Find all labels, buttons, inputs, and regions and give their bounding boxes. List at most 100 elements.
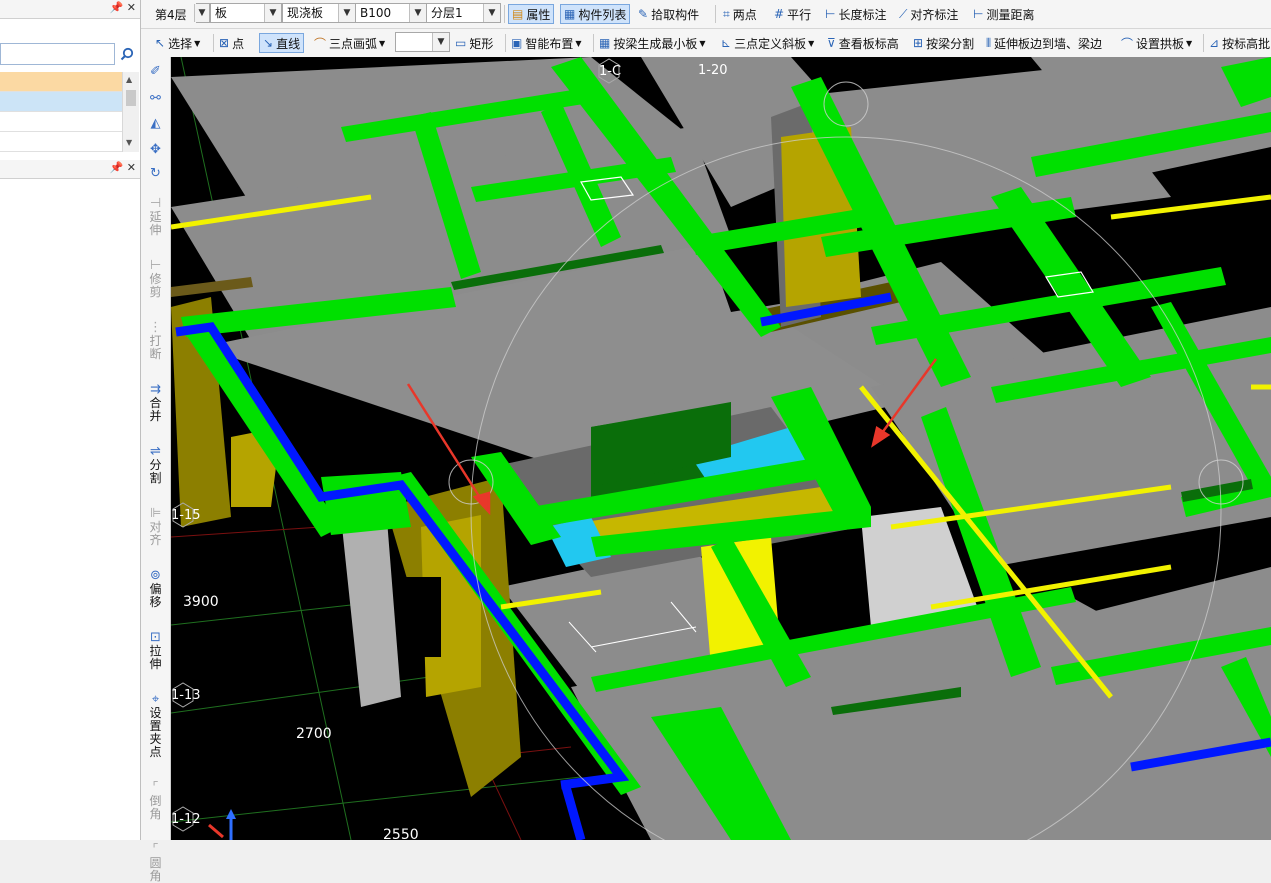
two-points-button[interactable]: ⌗ 两点 <box>723 4 757 24</box>
point-icon: ⊠ <box>219 36 230 50</box>
arc-option-select[interactable]: ▼ <box>395 32 450 52</box>
min-slab-by-beam-button[interactable]: ▦ 按梁生成最小板 ▼ <box>599 33 706 53</box>
left-panel: 📌 ✕ ▲ ▼ 📌 ✕ <box>0 0 141 840</box>
list-row-header[interactable] <box>0 72 122 92</box>
tool-mirror[interactable]: ◭ <box>141 117 170 131</box>
tool-brush[interactable]: ✐ <box>141 65 170 79</box>
close-icon[interactable]: ✕ <box>127 161 136 174</box>
two-points-label: 两点 <box>732 7 757 22</box>
toolbar-row-2: ↖ 选择 ▼ ⊠ 点 ↘ 直线 ⌒ 三点画弧 ▼ ▼ ▭ 矩形 ▣ 智能布置 ▼ ▦ 按梁生成最小板… <box>141 29 1271 58</box>
rectangle-button[interactable]: ▭ 矩形 <box>455 33 493 53</box>
3d-viewport[interactable]: 1-C 1-20 1-15 1-13 1-12 3900 2700 2550 <box>171 57 1271 840</box>
tool-0[interactable]: ⊣ 延伸 <box>141 197 170 237</box>
list-row[interactable] <box>0 112 122 132</box>
move-icon: ✥ <box>150 142 161 157</box>
length-mark-icon: ⊢ <box>825 7 836 21</box>
split-by-beam-label: 按梁分割 <box>926 36 975 51</box>
tool-icon: ⌖ <box>151 692 160 707</box>
elevation-batch-icon: ⊿ <box>1209 36 1220 50</box>
select-button[interactable]: ↖ 选择 ▼ <box>155 33 200 53</box>
search-input[interactable] <box>0 43 115 65</box>
tool-3[interactable]: ⇉ 合并 <box>141 383 170 423</box>
copy-icon: ⚯ <box>150 91 161 106</box>
slope-icon: ⊾ <box>721 36 732 50</box>
pin-icon[interactable]: 📌 <box>110 161 124 174</box>
line-label: 直线 <box>276 36 301 51</box>
tool-icon: ⊢ <box>149 258 162 273</box>
point-button[interactable]: ⊠ 点 <box>219 33 244 53</box>
wall-column-grey[interactable] <box>341 507 401 707</box>
cursor-icon: ↖ <box>155 36 166 50</box>
tool-move[interactable]: ✥ <box>141 143 170 157</box>
chevron-down-icon: ▼ <box>338 4 355 22</box>
scroll-down-icon[interactable]: ▼ <box>126 138 132 147</box>
component-type-select[interactable]: 板 ▼ <box>210 3 282 23</box>
view-slab-elevation-button[interactable]: ⊽ 查看板标高 <box>827 33 899 53</box>
slab-kind-select[interactable]: 现浇板 ▼ <box>282 3 356 23</box>
axis-label-1-13: 1-13 <box>171 688 201 703</box>
tool-4[interactable]: ⇌ 分割 <box>141 445 170 485</box>
parallel-button[interactable]: # 平行 <box>774 4 811 24</box>
list-scrollbar[interactable]: ▲ ▼ <box>122 72 139 152</box>
line-icon: ↘ <box>263 36 274 50</box>
align-mark-button[interactable]: ⟋ 对齐标注 <box>899 4 958 24</box>
layer-select[interactable]: 分层1 ▼ <box>426 3 501 23</box>
chevron-down-icon: ▼ <box>409 4 426 22</box>
blue-beam-bottom[interactable] <box>561 785 586 840</box>
axis-label-1-15: 1-15 <box>171 508 201 523</box>
tool-9[interactable]: ⌜ 倒角 <box>141 781 170 821</box>
pin-icon[interactable]: 📌 <box>110 1 124 14</box>
axis-triad <box>208 809 236 840</box>
tool-copy[interactable]: ⚯ <box>141 92 170 106</box>
chevron-down-icon: ▼ <box>699 38 706 48</box>
panel-title-bar: 📌 ✕ <box>0 0 140 19</box>
divider <box>1203 34 1204 52</box>
component-list-button[interactable]: ▦ 构件列表 <box>560 4 631 24</box>
panel-buttons: 📌 ✕ <box>110 1 136 14</box>
vertical-toolbar: ✐ ⚯ ◭ ✥ ↻ ⊣ 延伸 ⊢ 修剪 ⋮ 打断 ⇉ 合并 ⇌ 分割 ⊫ 对齐 ⊚ 偏移 ⊡ 拉伸 ⌖ 设置夹点 ⌜… <box>141 57 171 883</box>
chevron-down-icon: ▼ <box>575 38 582 48</box>
length-mark-button[interactable]: ⊢ 长度标注 <box>825 4 886 24</box>
eyedropper-icon: ✎ <box>638 7 649 21</box>
floor-text: 第4层 <box>155 7 187 22</box>
tool-5[interactable]: ⊫ 对齐 <box>141 507 170 547</box>
floor-dropdown[interactable]: ▼ <box>194 3 210 23</box>
split-by-beam-button[interactable]: ⊞ 按梁分割 <box>913 33 974 53</box>
tool-rotate[interactable]: ↻ <box>141 167 170 181</box>
three-point-arc-button[interactable]: ⌒ 三点画弧 ▼ <box>314 33 385 53</box>
line-button[interactable]: ↘ 直线 <box>259 33 305 53</box>
extend-slab-edge-button[interactable]: ⫴ 延伸板边到墙、梁边 <box>986 33 1102 53</box>
slab-name-select[interactable]: B100 ▼ <box>355 3 427 23</box>
smart-layout-icon: ▣ <box>511 36 523 50</box>
layer-value: 分层1 <box>431 6 463 20</box>
smart-layout-button[interactable]: ▣ 智能布置 ▼ <box>511 33 582 53</box>
properties-button[interactable]: ▤ 属性 <box>508 4 555 24</box>
list-icon: ▦ <box>564 7 576 21</box>
pick-component-button[interactable]: ✎ 拾取构件 <box>638 4 699 24</box>
scrollbar-thumb[interactable] <box>126 90 136 106</box>
tool-6[interactable]: ⊚ 偏移 <box>141 569 170 609</box>
tool-7[interactable]: ⊡ 拉伸 <box>141 631 170 671</box>
list-row[interactable] <box>0 132 122 152</box>
properties-icon: ▤ <box>512 7 524 21</box>
extend-slab-edge-label: 延伸板边到墙、梁边 <box>994 36 1103 51</box>
divider <box>504 5 505 23</box>
search-button[interactable] <box>116 43 138 65</box>
tool-8[interactable]: ⌖ 设置夹点 <box>141 693 170 759</box>
tool-2[interactable]: ⋮ 打断 <box>141 321 170 361</box>
toolbar-row-1: 第4层 ▼ 板 ▼ 现浇板 ▼ B100 ▼ 分层1 ▼ ▤ 属性 ▦ 构件列表 ✎ 拾取构件… <box>141 0 1271 29</box>
by-elevation-button[interactable]: ⊿ 按标高批 <box>1209 33 1270 53</box>
close-icon[interactable]: ✕ <box>127 1 136 14</box>
viewport-canvas[interactable]: 1-C 1-20 1-15 1-13 1-12 3900 2700 2550 <box>171 57 1271 840</box>
panel-buttons-2: 📌 ✕ <box>110 161 136 174</box>
floor-label[interactable]: 第4层 <box>155 4 187 24</box>
list-row-selected[interactable] <box>0 92 122 112</box>
three-point-slope-button[interactable]: ⊾ 三点定义斜板 ▼ <box>721 33 814 53</box>
set-arch-slab-button[interactable]: ⌒ 设置拱板 ▼ <box>1121 33 1192 53</box>
measure-distance-button[interactable]: ⊢ 测量距离 <box>973 4 1034 24</box>
tool-10[interactable]: ⌜ 圆角 <box>141 843 170 883</box>
tool-1[interactable]: ⊢ 修剪 <box>141 259 170 299</box>
scroll-up-icon[interactable]: ▲ <box>126 75 132 84</box>
tool-icon: ⌜ <box>152 780 159 795</box>
split-icon: ⊞ <box>913 36 924 50</box>
